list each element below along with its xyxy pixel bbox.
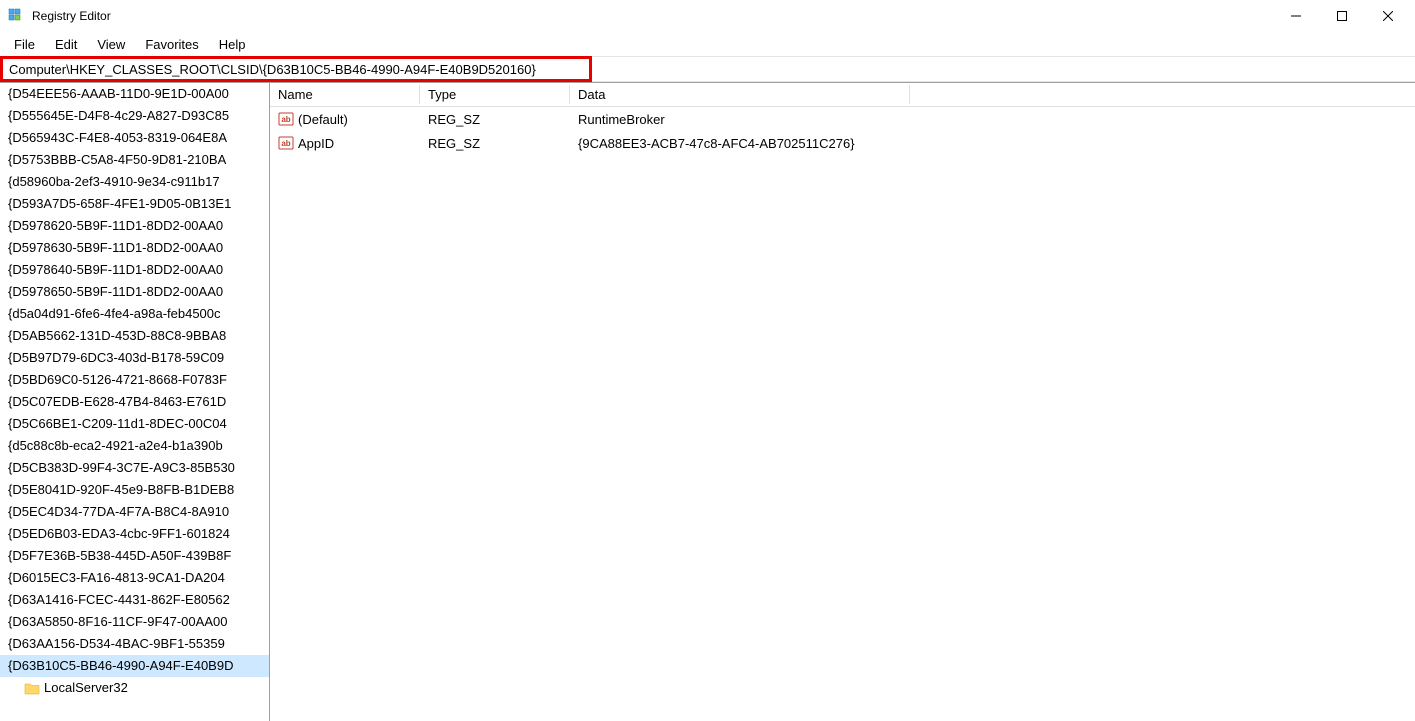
tree-item[interactable]: {D5978630-5B9F-11D1-8DD2-00AA0 xyxy=(0,237,269,259)
maximize-button[interactable] xyxy=(1319,0,1365,32)
app-icon xyxy=(8,8,24,24)
tree-item[interactable]: {D593A7D5-658F-4FE1-9D05-0B13E1 xyxy=(0,193,269,215)
menubar: File Edit View Favorites Help xyxy=(0,32,1415,56)
tree-item[interactable]: {D5AB5662-131D-453D-88C8-9BBA8 xyxy=(0,325,269,347)
value-name-cell: ab AppID xyxy=(270,135,420,151)
titlebar: Registry Editor xyxy=(0,0,1415,32)
menu-view[interactable]: View xyxy=(87,35,135,54)
tree-item[interactable]: {D5BD69C0-5126-4721-8668-F0783F xyxy=(0,369,269,391)
tree-item[interactable]: {D5F7E36B-5B38-445D-A50F-439B8F xyxy=(0,545,269,567)
tree-item[interactable]: {D565943C-F4E8-4053-8319-064E8A xyxy=(0,127,269,149)
tree-item[interactable]: {D63A5850-8F16-11CF-9F47-00AA00 xyxy=(0,611,269,633)
tree-item-selected[interactable]: {D63B10C5-BB46-4990-A94F-E40B9D xyxy=(0,655,269,677)
window-controls xyxy=(1273,0,1411,32)
menu-favorites[interactable]: Favorites xyxy=(135,35,208,54)
tree-item[interactable]: {D5978640-5B9F-11D1-8DD2-00AA0 xyxy=(0,259,269,281)
minimize-button[interactable] xyxy=(1273,0,1319,32)
tree-pane[interactable]: {D54EEE56-AAAB-11D0-9E1D-00A00{D555645E-… xyxy=(0,83,270,721)
svg-text:ab: ab xyxy=(281,115,290,124)
tree-item[interactable]: {d5c88c8b-eca2-4921-a2e4-b1a390b xyxy=(0,435,269,457)
addressbar-wrapper xyxy=(0,56,1415,82)
tree-item[interactable]: {D5753BBB-C5A8-4F50-9D81-210BA xyxy=(0,149,269,171)
tree-item[interactable]: {D5C66BE1-C209-11d1-8DEC-00C04 xyxy=(0,413,269,435)
tree-item[interactable]: {D5ED6B03-EDA3-4cbc-9FF1-601824 xyxy=(0,523,269,545)
content-area: {D54EEE56-AAAB-11D0-9E1D-00A00{D555645E-… xyxy=(0,82,1415,721)
values-body[interactable]: ab (Default) REG_SZRuntimeBroker ab AppID REG… xyxy=(270,107,1415,721)
values-pane: Name Type Data ab (Default) REG_SZRuntimeB… xyxy=(270,83,1415,721)
tree-item[interactable]: {D5CB383D-99F4-3C7E-A9C3-85B530 xyxy=(0,457,269,479)
tree-item[interactable]: {D6015EC3-FA16-4813-9CA1-DA204 xyxy=(0,567,269,589)
menu-edit[interactable]: Edit xyxy=(45,35,87,54)
window-title: Registry Editor xyxy=(32,9,111,23)
string-value-icon: ab xyxy=(278,111,294,127)
value-type-cell: REG_SZ xyxy=(420,136,570,151)
tree-item[interactable]: {d5a04d91-6fe6-4fe4-a98a-feb4500c xyxy=(0,303,269,325)
menu-file[interactable]: File xyxy=(4,35,45,54)
tree-item[interactable]: {D5E8041D-920F-45e9-B8FB-B1DEB8 xyxy=(0,479,269,501)
column-header-data[interactable]: Data xyxy=(570,85,910,104)
values-header: Name Type Data xyxy=(270,83,1415,107)
tree-item-child[interactable]: LocalServer32 xyxy=(0,677,269,699)
tree-item[interactable]: {D555645E-D4F8-4c29-A827-D93C85 xyxy=(0,105,269,127)
tree-item[interactable]: {D5978650-5B9F-11D1-8DD2-00AA0 xyxy=(0,281,269,303)
tree-item[interactable]: {D5C07EDB-E628-47B4-8463-E761D xyxy=(0,391,269,413)
value-name-cell: ab (Default) xyxy=(270,111,420,127)
tree-item[interactable]: {D5978620-5B9F-11D1-8DD2-00AA0 xyxy=(0,215,269,237)
folder-icon xyxy=(24,682,40,695)
close-button[interactable] xyxy=(1365,0,1411,32)
value-name-text: (Default) xyxy=(298,112,348,127)
value-row[interactable]: ab (Default) REG_SZRuntimeBroker xyxy=(270,107,1415,131)
tree-item[interactable]: {D5B97D79-6DC3-403d-B178-59C09 xyxy=(0,347,269,369)
addressbar-highlighted xyxy=(0,56,592,82)
tree-item[interactable]: {D5EC4D34-77DA-4F7A-B8C4-8A910 xyxy=(0,501,269,523)
menu-help[interactable]: Help xyxy=(209,35,256,54)
svg-text:ab: ab xyxy=(281,139,290,148)
tree-item-label: LocalServer32 xyxy=(44,679,128,697)
address-input[interactable] xyxy=(3,59,589,79)
value-row[interactable]: ab AppID REG_SZ{9CA88EE3-ACB7-47c8-AFC4-AB… xyxy=(270,131,1415,155)
string-value-icon: ab xyxy=(278,135,294,151)
tree-item[interactable]: {d58960ba-2ef3-4910-9e34-c911b17 xyxy=(0,171,269,193)
tree-item[interactable]: {D63A1416-FCEC-4431-862F-E80562 xyxy=(0,589,269,611)
column-header-type[interactable]: Type xyxy=(420,85,570,104)
value-data-cell: RuntimeBroker xyxy=(570,112,1415,127)
column-header-name[interactable]: Name xyxy=(270,85,420,104)
value-data-cell: {9CA88EE3-ACB7-47c8-AFC4-AB702511C276} xyxy=(570,136,1415,151)
value-type-cell: REG_SZ xyxy=(420,112,570,127)
tree-item[interactable]: {D63AA156-D534-4BAC-9BF1-55359 xyxy=(0,633,269,655)
value-name-text: AppID xyxy=(298,136,334,151)
tree-item[interactable]: {D54EEE56-AAAB-11D0-9E1D-00A00 xyxy=(0,83,269,105)
